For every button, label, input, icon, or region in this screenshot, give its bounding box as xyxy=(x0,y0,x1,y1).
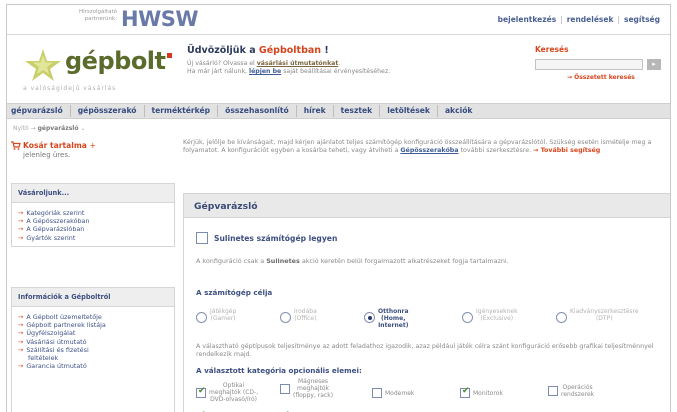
breadcrumb-home[interactable]: Nyitó xyxy=(13,125,29,132)
login-link[interactable]: bejelentkezés xyxy=(498,15,556,24)
nav-item-product-map[interactable]: terméktérkép xyxy=(145,105,219,117)
purpose-office[interactable]: Irodába (Office) xyxy=(280,308,317,323)
breadcrumb: Nyitó → gépvarázsló ⌄ xyxy=(13,125,86,132)
sulinet-option[interactable]: Sulinetes számítógép legyen xyxy=(196,232,337,244)
nav-item-deals[interactable]: akciók xyxy=(438,105,480,117)
search-submit-button[interactable]: ▸ xyxy=(647,59,661,70)
welcome-block: Üdvözöljük a Gépboltban ! Új vásárló? Ol… xyxy=(187,45,447,76)
intro-text: Kérjük, jelölje be kívánságait, majd kér… xyxy=(183,139,652,154)
separator: | xyxy=(617,15,620,24)
wizard-panel: Gépvarázsló Sulinetes számítógép legyen … xyxy=(183,193,670,412)
info-support[interactable]: Ügyfélszolgálat xyxy=(18,329,168,337)
plus-icon: + xyxy=(89,141,96,150)
search-input[interactable] xyxy=(535,59,643,70)
info-operator[interactable]: A Gépbolt üzemeltetője xyxy=(18,313,168,321)
option-optical-checkbox[interactable] xyxy=(196,386,206,398)
search-block: Keresés ▸ → Összetett keresés xyxy=(535,45,665,81)
purpose-exclusive[interactable]: Igényeseknek (Exclusive) xyxy=(462,308,518,323)
nav-item-tests[interactable]: tesztek xyxy=(334,105,381,117)
option-os-checkbox[interactable] xyxy=(548,386,558,396)
info-shipping-cont[interactable]: feltételek xyxy=(18,354,168,362)
nav-item-news[interactable]: hírek xyxy=(297,105,334,117)
option-optical[interactable]: Optikaimeghajtók (CD-,DVD-olvasó/író) xyxy=(196,382,258,403)
cart-status: jelenleg üres. xyxy=(23,151,71,159)
shop-box: Vásároljunk... Kategóriák szerint A Gépö… xyxy=(11,183,175,247)
advanced-search-link[interactable]: → Összetett keresés xyxy=(567,74,665,81)
wizard-title: Gépvarázsló xyxy=(184,194,670,218)
nav-item-compare[interactable]: összehasonlító xyxy=(218,105,297,117)
separator: | xyxy=(560,15,563,24)
page-frame: Hírszolgáltató partnerünk: HWSW bejelent… xyxy=(6,4,671,412)
options-group: Optikaimeghajtók (CD-,DVD-olvasó/író) Má… xyxy=(196,378,666,412)
chevron-down-icon: ⌄ xyxy=(80,125,86,132)
more-help-link[interactable]: → További segítség xyxy=(533,147,600,154)
sulinet-checkbox[interactable] xyxy=(196,232,208,244)
option-magnetic-checkbox[interactable] xyxy=(280,383,290,394)
option-monitors[interactable]: Monitorok xyxy=(460,386,503,398)
purpose-gamer-radio[interactable] xyxy=(196,312,207,323)
info-warranty[interactable]: Garancia útmutató xyxy=(18,362,168,370)
cart-block: Kosár tartalma + jelenleg üres. xyxy=(11,141,171,159)
site-logo[interactable]: gépbolt a valóságidejű vásárlás xyxy=(21,45,173,101)
star-logo-icon xyxy=(25,49,61,81)
welcome-line-2: Ha már járt nálunk, lépjen be saját beál… xyxy=(187,68,391,75)
brand-slogan: a valóságidejű vásárlás xyxy=(23,85,117,92)
info-box-title: Információk a Gépboltról xyxy=(12,288,174,307)
options-heading: A választott kategória opcionális elemei… xyxy=(196,366,362,375)
nav-item-builder[interactable]: gépösszerakó xyxy=(71,105,145,117)
cart-icon xyxy=(11,141,21,150)
nav-item-downloads[interactable]: letöltések xyxy=(380,105,438,117)
purpose-note: A választható géptípusok teljesítménye a… xyxy=(196,343,654,358)
option-modems-checkbox[interactable] xyxy=(372,388,382,398)
purpose-radio-group: Játékgép (Gamer) Irodába (Office) Otthonra… xyxy=(196,308,666,334)
purpose-home[interactable]: Otthonra (Home, Internet) xyxy=(364,308,409,329)
purpose-heading: A számítógép célja xyxy=(196,288,273,297)
nav-item-wizard[interactable]: gépvarázsló xyxy=(7,105,71,117)
partner-logo[interactable]: HWSW xyxy=(121,7,199,31)
shop-in-builder[interactable]: A Gépösszerakóban xyxy=(18,217,168,225)
search-label: Keresés xyxy=(535,45,569,54)
purpose-gamer[interactable]: Játékgép (Gamer) xyxy=(196,308,236,323)
guide-link[interactable]: vásárlási útmutatónkat xyxy=(257,60,339,67)
help-link[interactable]: segítség xyxy=(624,15,660,24)
cart-title[interactable]: Kosár tartalma + xyxy=(23,141,171,150)
shop-by-category[interactable]: Kategóriák szerint xyxy=(18,209,168,217)
option-modems[interactable]: Modemek xyxy=(372,388,414,398)
shop-by-manufacturer[interactable]: Gyártók szerint xyxy=(18,234,168,242)
brand-name: gépbolt xyxy=(65,47,172,75)
shop-box-title: Vásároljunk... xyxy=(12,184,174,203)
purpose-office-radio[interactable] xyxy=(280,312,291,323)
purpose-dtp-radio[interactable] xyxy=(556,312,567,323)
login-inline-link[interactable]: lépjen be xyxy=(249,68,281,75)
purpose-exclusive-radio[interactable] xyxy=(462,312,473,323)
info-guide[interactable]: Vásárlási útmutató xyxy=(18,338,168,346)
option-os[interactable]: Operációs rendszerek xyxy=(548,384,594,398)
builder-link[interactable]: Gépösszerakóba xyxy=(400,147,458,154)
welcome-line-1: Új vásárló? Olvassa el vásárlási útmutat… xyxy=(187,60,341,67)
breadcrumb-current: gépvarázsló xyxy=(37,125,79,132)
info-box: Információk a Gépboltról A Gépbolt üzeme… xyxy=(11,287,175,412)
info-shipping[interactable]: Szállítási és fizetési xyxy=(18,346,168,354)
purpose-home-radio[interactable] xyxy=(364,312,375,323)
purpose-dtp[interactable]: Kiadványszerkesztésre (DTP) xyxy=(556,308,639,323)
sulinet-label: Sulinetes számítógép legyen xyxy=(214,233,338,243)
welcome-title: Üdvözöljük a Gépboltban ! xyxy=(187,45,329,56)
shop-in-wizard[interactable]: A Gépvarázslóban xyxy=(18,225,168,233)
orders-link[interactable]: rendelések xyxy=(567,15,614,24)
sulinet-note: A konfiguráció csak a Sulinetes akció ke… xyxy=(196,257,509,265)
top-strip: Hírszolgáltató partnerünk: HWSW bejelent… xyxy=(7,5,670,35)
brand-dot xyxy=(166,53,172,58)
partner-text: Hírszolgáltató partnerünk: xyxy=(78,9,117,22)
main-nav: gépvarázsló gépösszerakó terméktérkép ös… xyxy=(7,103,670,119)
option-monitors-checkbox[interactable] xyxy=(460,386,470,398)
option-magnetic[interactable]: Mágneses meghajtók (floppy, rack) xyxy=(280,378,333,399)
top-links: bejelentkezés | rendelések | segítség xyxy=(498,15,660,24)
